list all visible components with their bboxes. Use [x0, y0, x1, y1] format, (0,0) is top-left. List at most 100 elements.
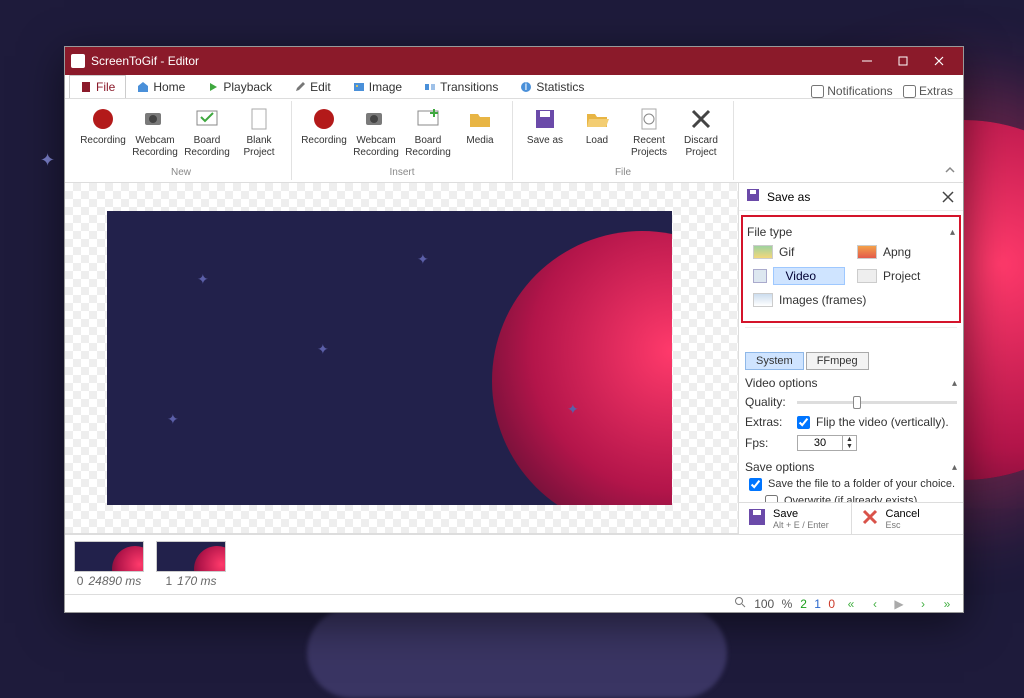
project-thumb-icon	[857, 269, 877, 283]
save-icon	[745, 187, 761, 206]
tab-file[interactable]: File	[69, 75, 126, 98]
chevron-up-icon[interactable]: ▴	[950, 227, 955, 238]
frame-thumb[interactable]: 1 170 ms	[153, 541, 229, 588]
zoom-value: 100 %	[754, 597, 792, 611]
quality-label: Quality:	[745, 395, 791, 409]
panel-cancel-button[interactable]: CancelEsc	[852, 503, 964, 534]
svg-text:i: i	[525, 81, 528, 93]
record-icon	[89, 105, 117, 133]
board-icon	[414, 105, 442, 133]
app-icon	[71, 54, 85, 68]
notifications-toggle[interactable]: Notifications	[811, 84, 893, 98]
zoom-icon[interactable]	[734, 596, 746, 611]
titlebar: ScreenToGif - Editor	[65, 47, 963, 75]
nav-last-button[interactable]: »	[939, 597, 955, 611]
fps-input[interactable]	[798, 436, 842, 450]
video-options-label: Video options	[745, 376, 818, 390]
extras-toggle[interactable]: Extras	[903, 84, 953, 98]
tab-home[interactable]: Home	[126, 75, 196, 98]
new-board-button[interactable]: Board Recording	[181, 101, 233, 162]
window-title: ScreenToGif - Editor	[91, 54, 849, 68]
close-button[interactable]	[921, 47, 957, 75]
chevron-up-icon[interactable]: ▴	[952, 462, 957, 473]
file-type-label: File type	[747, 225, 792, 239]
nav-next-button[interactable]: ›	[915, 597, 931, 611]
save-icon	[531, 105, 559, 133]
insert-recording-button[interactable]: Recording	[298, 101, 350, 162]
insert-media-button[interactable]: Media	[454, 101, 506, 162]
folder-open-icon	[583, 105, 611, 133]
new-recording-button[interactable]: Recording	[77, 101, 129, 162]
encoder-tab-system[interactable]: System	[745, 352, 804, 370]
panel-close-button[interactable]	[939, 188, 957, 206]
pencil-icon	[294, 81, 306, 93]
flip-checkbox[interactable]	[797, 416, 810, 429]
tab-statistics[interactable]: iStatistics	[509, 75, 595, 98]
gif-thumb-icon	[753, 245, 773, 259]
save-folder-checkbox[interactable]	[749, 478, 762, 491]
video-thumb-icon	[753, 269, 767, 283]
flip-label[interactable]: Flip the video (vertically).	[816, 415, 949, 429]
chevron-up-icon[interactable]: ▴	[952, 378, 957, 389]
new-webcam-button[interactable]: Webcam Recording	[129, 101, 181, 162]
recent-projects-button[interactable]: Recent Projects	[623, 101, 675, 162]
save-options-label: Save options	[745, 460, 814, 474]
images-thumb-icon	[753, 293, 773, 307]
save-folder-label[interactable]: Save the file to a folder of your choice…	[768, 478, 955, 490]
record-icon	[310, 105, 338, 133]
nav-first-button[interactable]: «	[843, 597, 859, 611]
file-type-section: File type ▴ Gif Apng Video Project Images…	[741, 215, 961, 323]
insert-board-button[interactable]: Board Recording	[402, 101, 454, 162]
blank-icon	[245, 105, 273, 133]
file-type-images[interactable]: Images (frames)	[747, 289, 955, 311]
file-type-apng[interactable]: Apng	[851, 241, 955, 263]
extras-label: Extras:	[745, 415, 791, 429]
fps-up[interactable]: ▲	[843, 436, 856, 443]
editor-window: ScreenToGif - Editor File Home Playback …	[64, 46, 964, 613]
file-type-video[interactable]: Video	[747, 263, 851, 289]
tab-image[interactable]: Image	[342, 75, 413, 98]
quality-slider[interactable]	[797, 401, 957, 404]
tab-edit[interactable]: Edit	[283, 75, 342, 98]
save-as-panel: Save as File type ▴ Gif Apng Video Projec…	[738, 183, 963, 534]
file-icon	[80, 81, 92, 93]
nav-prev-button[interactable]: ‹	[867, 597, 883, 611]
blank-project-button[interactable]: Blank Project	[233, 101, 285, 162]
frame-counts: 2 1 0	[800, 597, 835, 611]
file-type-gif[interactable]: Gif	[747, 241, 851, 263]
file-type-project[interactable]: Project	[851, 263, 955, 289]
tab-transitions[interactable]: Transitions	[413, 75, 509, 98]
discard-project-button[interactable]: Discard Project	[675, 101, 727, 162]
frame-thumb[interactable]: 0 24890 ms	[71, 541, 147, 588]
frame-thumbnails: 0 24890 ms 1 170 ms	[65, 534, 963, 594]
overwrite-label[interactable]: Overwrite (if already exists).	[784, 495, 920, 502]
webcam-icon	[141, 105, 169, 133]
insert-webcam-button[interactable]: Webcam Recording	[350, 101, 402, 162]
save-icon	[747, 507, 767, 530]
group-file-label: File	[615, 167, 631, 180]
ribbon-collapse-button[interactable]	[943, 163, 957, 180]
fps-label: Fps:	[745, 436, 791, 450]
ribbon-body: Recording Webcam Recording Board Recordi…	[65, 99, 963, 183]
fps-down[interactable]: ▼	[843, 443, 856, 450]
panel-save-button[interactable]: SaveAlt + E / Enter	[739, 503, 852, 534]
discard-icon	[687, 105, 715, 133]
maximize-button[interactable]	[885, 47, 921, 75]
group-insert-label: Insert	[389, 167, 414, 180]
canvas-preview: ✦ ✦ ✦ ✦ ✦	[107, 211, 672, 505]
group-new-label: New	[171, 167, 191, 180]
board-icon	[193, 105, 221, 133]
image-icon	[353, 81, 365, 93]
minimize-button[interactable]	[849, 47, 885, 75]
fps-stepper[interactable]: ▲▼	[797, 435, 857, 451]
load-button[interactable]: Load	[571, 101, 623, 162]
home-icon	[137, 81, 149, 93]
webcam-icon	[362, 105, 390, 133]
play-icon	[207, 81, 219, 93]
overwrite-checkbox[interactable]	[765, 495, 778, 502]
nav-play-button[interactable]: ▶	[891, 597, 907, 611]
encoder-tab-ffmpeg[interactable]: FFmpeg	[806, 352, 869, 370]
save-as-button[interactable]: Save as	[519, 101, 571, 162]
tab-playback[interactable]: Playback	[196, 75, 283, 98]
panel-title: Save as	[767, 190, 810, 204]
